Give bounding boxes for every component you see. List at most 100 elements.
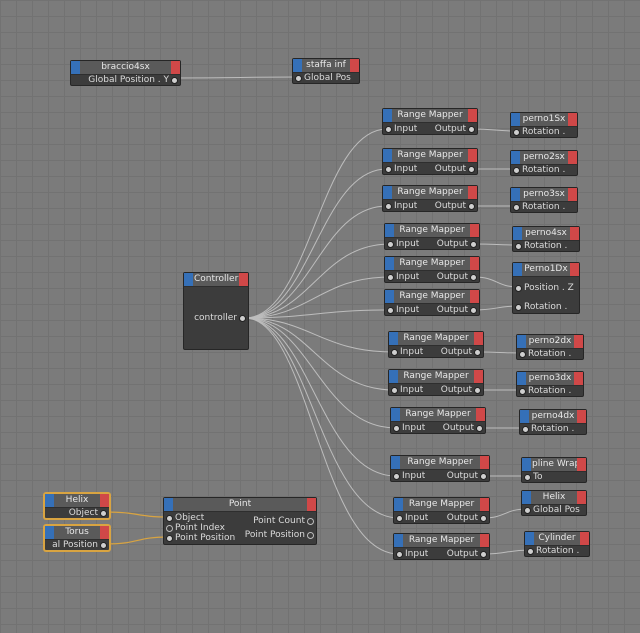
node-header[interactable]: Point <box>164 498 316 512</box>
port-dot[interactable] <box>396 515 403 522</box>
port-dot[interactable] <box>515 243 522 250</box>
node-range-mapper-1[interactable]: Range Mapper Input Output <box>382 108 478 135</box>
node-header[interactable]: perno1Sx <box>511 113 577 127</box>
port-dot[interactable] <box>387 241 394 248</box>
node-staffa-inf[interactable]: staffa inf Global Pos <box>292 58 360 84</box>
node-range-mapper-11[interactable]: Range Mapper Input Output <box>393 497 490 524</box>
node-range-mapper-9[interactable]: Range Mapper Input Output <box>390 407 486 434</box>
output-port[interactable]: Output <box>435 163 475 175</box>
input-port[interactable]: Input <box>391 346 423 358</box>
output-port[interactable]: Output <box>437 304 477 316</box>
node-range-mapper-2[interactable]: Range Mapper Input Output <box>382 148 478 175</box>
input-port-rotation[interactable]: Rotation . <box>522 423 574 435</box>
node-header[interactable]: staffa inf <box>293 59 359 73</box>
node-header[interactable]: Range Mapper <box>394 534 489 548</box>
port-dot[interactable] <box>515 304 522 311</box>
node-header[interactable]: Helix <box>45 494 109 508</box>
input-port-rotation[interactable]: Rotation . <box>513 126 565 138</box>
port-dot[interactable] <box>524 507 531 514</box>
port-dot[interactable] <box>480 515 487 522</box>
output-port-global-position-y[interactable]: Global Position . Y <box>88 74 178 86</box>
output-port-point-count[interactable]: Point Count <box>253 515 314 527</box>
node-header[interactable]: Torus <box>45 526 109 540</box>
port-dot[interactable] <box>524 474 531 481</box>
output-port[interactable]: Output <box>447 470 487 482</box>
input-port[interactable]: Input <box>396 512 428 524</box>
port-dot[interactable] <box>166 535 173 542</box>
node-header[interactable]: perno2dx <box>517 335 583 349</box>
port-dot[interactable] <box>385 166 392 173</box>
node-header[interactable]: perno3sx <box>511 188 577 202</box>
output-port-object[interactable]: Object <box>69 507 107 519</box>
port-dot[interactable] <box>171 77 178 84</box>
port-dot[interactable] <box>393 473 400 480</box>
port-dot[interactable] <box>513 204 520 211</box>
input-port[interactable]: Input <box>391 384 423 396</box>
port-dot[interactable] <box>468 126 475 133</box>
node-range-mapper-3[interactable]: Range Mapper Input Output <box>382 185 478 212</box>
output-port[interactable]: Output <box>441 384 481 396</box>
node-header[interactable]: Range Mapper <box>391 456 489 470</box>
input-port-rotation[interactable]: Rotation . <box>513 201 565 213</box>
input-port-rotation[interactable]: Rotation . <box>513 164 565 176</box>
output-port[interactable]: Output <box>437 271 477 283</box>
node-perno2sx[interactable]: perno2sx Rotation . <box>510 150 578 176</box>
port-dot[interactable] <box>387 307 394 314</box>
node-perno3dx[interactable]: perno3dx Rotation . <box>516 371 584 397</box>
node-header[interactable]: Range Mapper <box>389 370 483 384</box>
node-header[interactable]: perno3dx <box>517 372 583 386</box>
output-port[interactable]: Output <box>447 548 487 560</box>
node-perno3sx[interactable]: perno3sx Rotation . <box>510 187 578 213</box>
input-port-rotation[interactable]: Rotation . <box>515 301 567 313</box>
node-header[interactable]: Range Mapper <box>391 408 485 422</box>
port-dot[interactable] <box>166 525 173 532</box>
node-point[interactable]: Point Object Point Index Point Position … <box>163 497 317 545</box>
output-port-global-position[interactable]: al Position <box>52 539 107 551</box>
port-dot[interactable] <box>391 387 398 394</box>
port-dot[interactable] <box>468 166 475 173</box>
node-header[interactable]: Cylinder <box>525 532 589 546</box>
node-perno2dx[interactable]: perno2dx Rotation . <box>516 334 584 360</box>
node-header[interactable]: perno4dx <box>520 410 586 424</box>
port-dot[interactable] <box>166 515 173 522</box>
input-port-global-pos[interactable]: Global Pos <box>524 504 580 516</box>
input-port-rotation[interactable]: Rotation . <box>527 545 579 557</box>
output-port[interactable]: Output <box>447 512 487 524</box>
output-port[interactable]: Output <box>435 123 475 135</box>
port-dot[interactable] <box>468 203 475 210</box>
node-header[interactable]: perno2sx <box>511 151 577 165</box>
port-dot[interactable] <box>513 129 520 136</box>
node-controller[interactable]: Controller controller <box>183 272 249 350</box>
node-range-mapper-12[interactable]: Range Mapper Input Output <box>393 533 490 560</box>
port-dot[interactable] <box>307 532 314 539</box>
port-dot[interactable] <box>527 548 534 555</box>
input-port[interactable]: Input <box>393 470 425 482</box>
port-dot[interactable] <box>470 307 477 314</box>
input-port-to[interactable]: To <box>524 471 542 483</box>
port-dot[interactable] <box>480 551 487 558</box>
output-port[interactable]: Output <box>443 422 483 434</box>
node-header[interactable]: Range Mapper <box>394 498 489 512</box>
node-header[interactable]: pline Wrap <box>522 458 586 472</box>
node-header[interactable]: Range Mapper <box>383 149 477 163</box>
port-dot[interactable] <box>474 387 481 394</box>
node-range-mapper-8[interactable]: Range Mapper Input Output <box>388 369 484 396</box>
node-range-mapper-10[interactable]: Range Mapper Input Output <box>390 455 490 482</box>
node-header[interactable]: Range Mapper <box>383 186 477 200</box>
node-header[interactable]: Range Mapper <box>385 257 479 271</box>
input-port-global-pos[interactable]: Global Pos <box>295 72 351 84</box>
node-range-mapper-7[interactable]: Range Mapper Input Output <box>388 331 484 358</box>
node-perno1dx[interactable]: Perno1Dx Position . Z Rotation . <box>512 262 580 314</box>
node-braccio4sx[interactable]: braccio4sx Global Position . Y <box>70 60 181 86</box>
port-dot[interactable] <box>385 126 392 133</box>
port-dot[interactable] <box>385 203 392 210</box>
node-helix-target[interactable]: Helix Global Pos <box>521 490 587 516</box>
port-dot[interactable] <box>100 542 107 549</box>
input-port[interactable]: Input <box>396 548 428 560</box>
port-dot[interactable] <box>470 241 477 248</box>
port-dot[interactable] <box>476 425 483 432</box>
output-port[interactable]: Output <box>437 238 477 250</box>
node-header[interactable]: Range Mapper <box>383 109 477 123</box>
node-range-mapper-6[interactable]: Range Mapper Input Output <box>384 289 480 316</box>
port-dot[interactable] <box>393 425 400 432</box>
